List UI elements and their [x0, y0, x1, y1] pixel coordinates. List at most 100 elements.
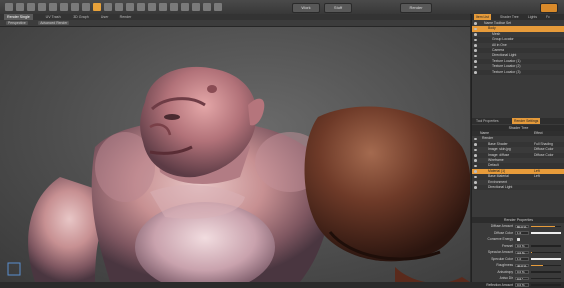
property-label: Anisotropy [497, 269, 513, 274]
visibility-eye-icon[interactable] [474, 43, 477, 47]
property-label: Reflection Amount [486, 282, 513, 287]
visibility-eye-icon[interactable] [474, 22, 477, 25]
property-label: Roughness [496, 263, 513, 267]
viewport-header: Perspective Advanced Render [0, 20, 470, 27]
transform-icon[interactable] [49, 3, 57, 11]
paint-icon[interactable] [137, 3, 145, 11]
visibility-eye-icon[interactable] [474, 180, 477, 184]
item-list-row[interactable]: Texture Locator (3) [472, 69, 564, 75]
slider-fill [531, 258, 561, 260]
render-properties-header: Render Properties [472, 217, 564, 223]
property-label: Specular Amount [487, 250, 513, 254]
layout-dropdown[interactable] [540, 3, 558, 13]
property-slider[interactable] [531, 245, 561, 247]
panel-tab[interactable]: Lights [526, 14, 539, 20]
property-slider[interactable] [531, 251, 561, 254]
stuff-button[interactable]: Stuff [324, 3, 352, 13]
property-value-field[interactable]: 1.0 [515, 257, 529, 261]
rotate-icon[interactable] [27, 3, 35, 11]
extrude-icon[interactable] [126, 3, 134, 11]
cube-icon[interactable] [82, 3, 90, 11]
visibility-eye-icon[interactable] [474, 164, 477, 168]
main-toolbar: Work Stuff Render [0, 0, 564, 15]
visibility-eye-icon[interactable] [474, 33, 477, 36]
visibility-eye-icon[interactable] [474, 186, 477, 189]
property-row: Specular Color 1.0 [472, 257, 564, 262]
property-slider[interactable] [531, 264, 561, 267]
shader-row[interactable]: Directional Light [472, 185, 564, 191]
property-value-field[interactable]: 4.0 % [515, 250, 529, 254]
property-row: Fresnel 0.0 % [472, 244, 564, 249]
property-row: Aniso Dir 0.0 ° [472, 276, 564, 281]
property-row: Specular Amount 4.0 % [472, 250, 564, 255]
render-layout-button[interactable]: Render [400, 3, 432, 13]
property-label: Conserve Energy [487, 237, 513, 241]
select-icon[interactable] [5, 3, 13, 11]
property-value-field[interactable]: 0.0 % [515, 270, 529, 274]
property-row: Diffuse Amount 80.0 % [472, 224, 564, 229]
snap-icon[interactable] [170, 3, 178, 11]
property-value-field[interactable]: 0.0 % [515, 283, 529, 287]
falloff-icon[interactable] [148, 3, 156, 11]
move-icon[interactable] [16, 3, 24, 11]
view-option-button[interactable]: Perspective [6, 21, 28, 25]
view-option-button[interactable]: Advanced Render [38, 21, 70, 25]
visibility-eye-icon[interactable] [474, 148, 477, 152]
element-move-icon[interactable] [60, 3, 68, 11]
panel-tab[interactable]: Shader Tree [498, 14, 521, 20]
visibility-eye-icon[interactable] [474, 65, 477, 69]
work-button[interactable]: Work [292, 3, 320, 13]
pen-icon[interactable] [104, 3, 112, 11]
visibility-eye-icon[interactable] [474, 54, 477, 58]
property-value-field[interactable]: 1.0 [515, 231, 529, 235]
slider-fill [531, 225, 555, 228]
character-render [7, 66, 470, 282]
property-row: Anisotropy 0.0 % [472, 270, 564, 275]
property-slider[interactable] [531, 232, 561, 234]
panel-tab[interactable]: Fc [544, 14, 552, 20]
visibility-eye-icon[interactable] [474, 170, 477, 173]
property-slider[interactable] [531, 284, 561, 286]
symmetry-icon[interactable] [159, 3, 167, 11]
bevel-icon[interactable] [115, 3, 123, 11]
property-value-field[interactable]: 40.0 % [515, 263, 529, 267]
property-slider[interactable] [531, 271, 561, 273]
visibility-eye-icon[interactable] [474, 153, 477, 157]
render-icon[interactable] [203, 3, 211, 11]
visibility-eye-icon[interactable] [474, 137, 477, 141]
property-slider[interactable] [531, 225, 561, 228]
sphere-icon[interactable] [71, 3, 79, 11]
boxing-glove [304, 106, 470, 262]
scale-icon[interactable] [38, 3, 46, 11]
action-center-icon[interactable] [181, 3, 189, 11]
visibility-eye-icon[interactable] [474, 143, 477, 146]
visibility-eye-icon[interactable] [474, 175, 477, 179]
work-plane-icon[interactable] [192, 3, 200, 11]
property-slider[interactable] [531, 258, 561, 260]
property-value-field[interactable]: 0.0 ° [515, 276, 529, 280]
property-row: Conserve Energy [472, 237, 564, 242]
right-panel: Item List Shader Tree Lights Fc Name Toolbar… [471, 14, 564, 287]
panel-tab[interactable]: Render Settings [512, 118, 541, 124]
panel-tab[interactable]: Tool Properties [474, 118, 501, 124]
panel-top-tabs: Item List Shader Tree Lights Fc [472, 14, 564, 20]
head-bump [207, 85, 217, 93]
visibility-eye-icon[interactable] [474, 60, 477, 63]
shader-label: Directional Light [488, 185, 513, 189]
visibility-eye-icon[interactable] [474, 159, 477, 162]
cylinder-icon[interactable] [93, 3, 101, 11]
property-value-field[interactable]: 0.0 % [515, 244, 529, 248]
glove-cuff [395, 267, 470, 282]
panel-tab[interactable]: Item List [474, 14, 491, 20]
visibility-eye-icon[interactable] [474, 70, 477, 74]
visibility-eye-icon[interactable] [474, 27, 477, 31]
eye [164, 114, 180, 120]
preview-icon[interactable] [214, 3, 222, 11]
property-value-field[interactable]: 80.0 % [515, 224, 529, 228]
checkbox[interactable] [517, 238, 520, 241]
property-slider[interactable] [531, 277, 561, 280]
item-label: Texture Locator (3) [492, 69, 521, 74]
visibility-eye-icon[interactable] [474, 38, 477, 42]
visibility-eye-icon[interactable] [474, 49, 477, 52]
3d-viewport[interactable] [0, 27, 470, 282]
